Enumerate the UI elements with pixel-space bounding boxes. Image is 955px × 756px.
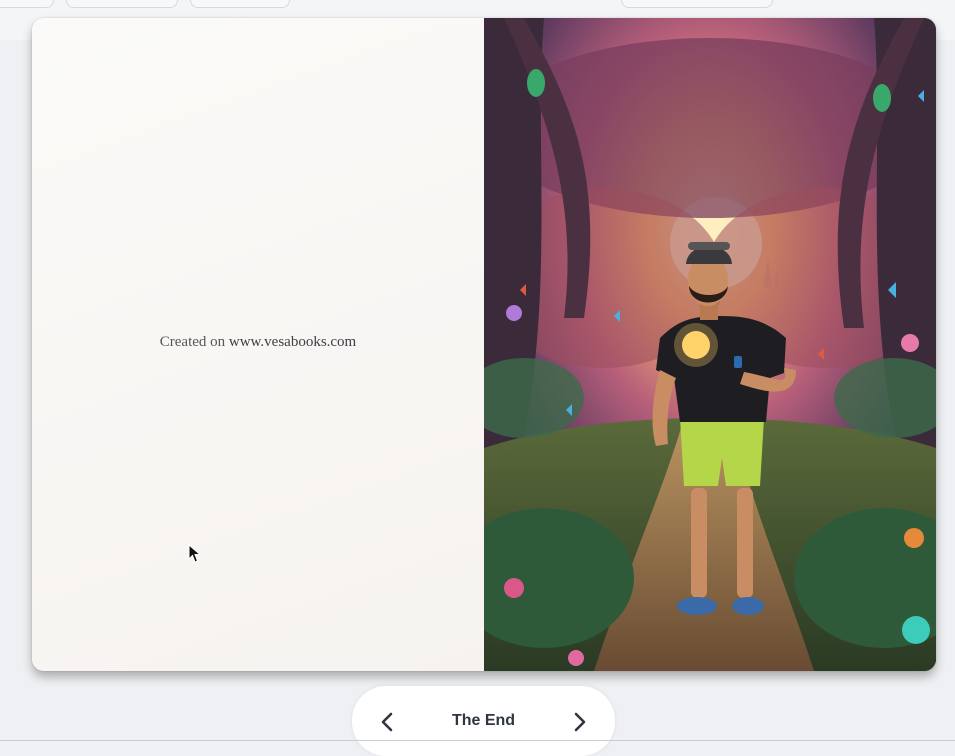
credit-prefix: Created on [159,334,226,350]
chevron-right-icon [574,712,586,732]
toolbar-button[interactable] [190,0,290,8]
forest-illustration [484,18,936,671]
toolbar-button[interactable] [66,0,178,8]
toolbar-button[interactable] [0,0,54,8]
book-spread: Created on www.vesabooks.com [32,18,936,671]
divider [0,740,955,741]
next-page-button[interactable] [567,710,591,734]
credit-url: www.vesabooks.com [228,334,357,350]
right-page-illustration[interactable] [484,18,936,671]
credit-line: Created on www.vesabooks.com [32,334,484,351]
mouse-cursor-icon [188,544,202,563]
toolbar-button[interactable] [621,0,773,8]
left-page[interactable]: Created on www.vesabooks.com [32,18,484,671]
